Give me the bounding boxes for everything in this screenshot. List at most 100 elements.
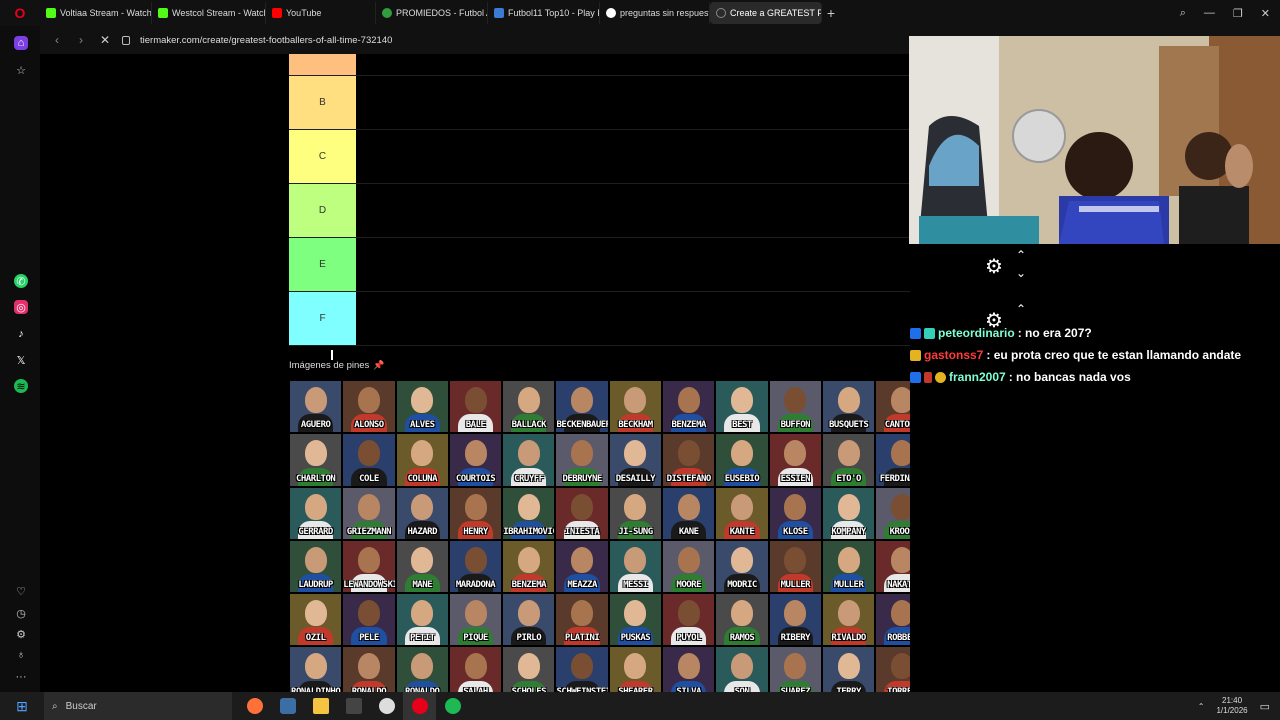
player-card[interactable]: SCHWEINSTEIGER (555, 646, 609, 692)
opera-logo[interactable]: O (0, 0, 40, 26)
player-card[interactable]: SUAREZ (768, 646, 822, 692)
x-icon[interactable]: 𝕏 (14, 353, 28, 367)
player-card[interactable]: BUFFON (768, 380, 822, 434)
player-card[interactable]: ESSIEN (768, 433, 822, 487)
player-card[interactable]: COLUNA (395, 433, 449, 487)
player-card[interactable]: HAZARD (395, 486, 449, 540)
url-field[interactable]: tiermaker.com/create/greatest-footballer… (140, 35, 392, 46)
spotify-taskbar-icon[interactable] (436, 692, 469, 720)
player-card[interactable]: RONALDINHO (289, 646, 343, 692)
player-card[interactable]: KANTE (715, 486, 769, 540)
player-card[interactable]: PUYOL (662, 593, 716, 647)
epic-games-icon[interactable] (337, 692, 370, 720)
player-card[interactable]: MULLER (821, 539, 876, 594)
minimize-button[interactable]: — (1204, 7, 1215, 19)
clock[interactable]: 21:40 1/1/2026 (1216, 696, 1247, 716)
tier-row-c[interactable]: C (289, 130, 910, 184)
tier-row-e[interactable]: E (289, 238, 910, 292)
player-card[interactable]: COURTOIS (448, 433, 503, 487)
tiktok-icon[interactable]: ♪ (14, 327, 28, 341)
chevron-down-icon[interactable]: ⌄ (1016, 266, 1026, 280)
player-card[interactable]: CHARLTON (289, 433, 343, 487)
close-button[interactable]: ✕ (1261, 7, 1270, 20)
firefox-icon[interactable] (238, 692, 271, 720)
tab-voltiaa[interactable]: Voltiaa Stream - Watch Li (40, 2, 152, 24)
player-card[interactable]: ALVES (395, 380, 449, 434)
player-card[interactable]: BENZEMA (502, 539, 556, 594)
player-card[interactable]: KROOS (875, 486, 910, 540)
tab-tiermaker[interactable]: Create a GREATEST FOOT (710, 2, 822, 24)
player-card[interactable]: OZIL (289, 593, 343, 647)
app-icon[interactable] (271, 692, 304, 720)
more-icon[interactable]: ··· (14, 670, 28, 684)
player-card[interactable]: PLATINI (555, 593, 609, 647)
player-card[interactable]: TERRY (821, 646, 876, 692)
opera-taskbar-icon[interactable] (403, 692, 436, 720)
whatsapp-icon[interactable]: ✆ (14, 274, 28, 288)
player-card[interactable]: CANTONA (875, 380, 910, 434)
player-card[interactable]: DEBRUYNE (555, 433, 609, 487)
player-card[interactable]: RONALDO (342, 646, 396, 692)
chevron-up-icon[interactable]: ⌃ (1016, 302, 1026, 316)
player-card[interactable]: MULLER (768, 539, 822, 594)
player-card[interactable]: BECKENBAUER (555, 380, 609, 434)
player-card[interactable]: LEWANDOWSKI (342, 539, 396, 594)
player-card[interactable]: FERDINAND (875, 433, 910, 487)
player-card[interactable]: PIRLO (502, 593, 556, 647)
player-card[interactable]: TORRES (875, 646, 910, 692)
player-card[interactable]: MARADONA (448, 539, 503, 594)
new-tab-button[interactable]: + (822, 5, 840, 21)
gear-icon[interactable]: ⚙ (985, 254, 1003, 279)
player-card[interactable]: INIESTA (555, 486, 609, 540)
windows-start-icon[interactable]: ⊞ (0, 698, 44, 715)
tab-westcol[interactable]: Westcol Stream - Watch Li (152, 2, 266, 24)
player-card[interactable]: SCHOLES (502, 646, 556, 692)
player-card[interactable]: ETO'O (821, 433, 876, 487)
player-card[interactable]: MEAZZA (555, 539, 609, 594)
player-card[interactable]: NAKATA (875, 539, 910, 594)
player-card[interactable]: BENZEMA (662, 380, 716, 434)
tier-row-a[interactable] (289, 54, 910, 76)
stop-loading-button[interactable]: ✕ (98, 33, 112, 47)
player-card[interactable]: JI-SUNG (608, 486, 663, 540)
bookmark-icon[interactable]: ☆ (14, 63, 28, 77)
settings-icon[interactable]: ⚙ (14, 627, 28, 641)
player-card[interactable]: ALONSO (342, 380, 396, 434)
file-explorer-icon[interactable] (304, 692, 337, 720)
tab-preguntas[interactable]: preguntas sin respuestas (600, 2, 710, 24)
home-icon[interactable]: ⌂ (14, 36, 28, 50)
heart-icon[interactable]: ♡ (14, 584, 28, 598)
player-card[interactable]: IBRAHIMOVIC (502, 486, 556, 540)
tier-row-d[interactable]: D (289, 184, 910, 238)
player-card[interactable]: DESAILLY (608, 433, 663, 487)
tier-row-f[interactable]: F (289, 292, 910, 346)
chat-username[interactable]: frann2007 (949, 370, 1006, 384)
tab-promiedos[interactable]: PROMIEDOS - Futbol Arg (376, 2, 488, 24)
player-card[interactable]: PETIT (395, 593, 449, 647)
instagram-icon[interactable]: ◎ (14, 300, 28, 314)
player-card[interactable]: BECKHAM (608, 380, 663, 434)
chevron-up-icon[interactable]: ⌃ (1016, 248, 1026, 262)
football-icon[interactable] (370, 692, 403, 720)
player-card[interactable]: RAMOS (715, 593, 769, 647)
search-tabs-icon[interactable]: ⌕ (1180, 7, 1186, 20)
player-card[interactable]: SALAH (448, 646, 503, 692)
history-icon[interactable]: ◷ (14, 606, 28, 620)
player-card[interactable]: SILVA (662, 646, 716, 692)
player-card[interactable]: BUSQUETS (821, 380, 876, 434)
player-card[interactable]: KANE (662, 486, 716, 540)
chat-username[interactable]: gastonss7 (924, 348, 983, 362)
player-card[interactable]: KOMPANY (821, 486, 876, 540)
player-card[interactable]: EUSEBIO (715, 433, 769, 487)
chat-username[interactable]: peteordinario (938, 326, 1015, 340)
player-card[interactable]: MOORE (662, 539, 716, 594)
maximize-button[interactable]: ❐ (1233, 7, 1243, 20)
player-card[interactable]: MANE (395, 539, 449, 594)
player-card[interactable]: PUSKAS (608, 593, 663, 647)
player-card[interactable]: RIVALDO (821, 593, 876, 647)
player-card[interactable]: LAUDRUP (289, 539, 343, 594)
player-card[interactable]: KLOSE (768, 486, 822, 540)
tab-youtube[interactable]: YouTube (266, 2, 376, 24)
taskbar-search[interactable]: ⌕ Buscar (44, 692, 232, 720)
player-card[interactable]: AGUERO (289, 380, 343, 434)
